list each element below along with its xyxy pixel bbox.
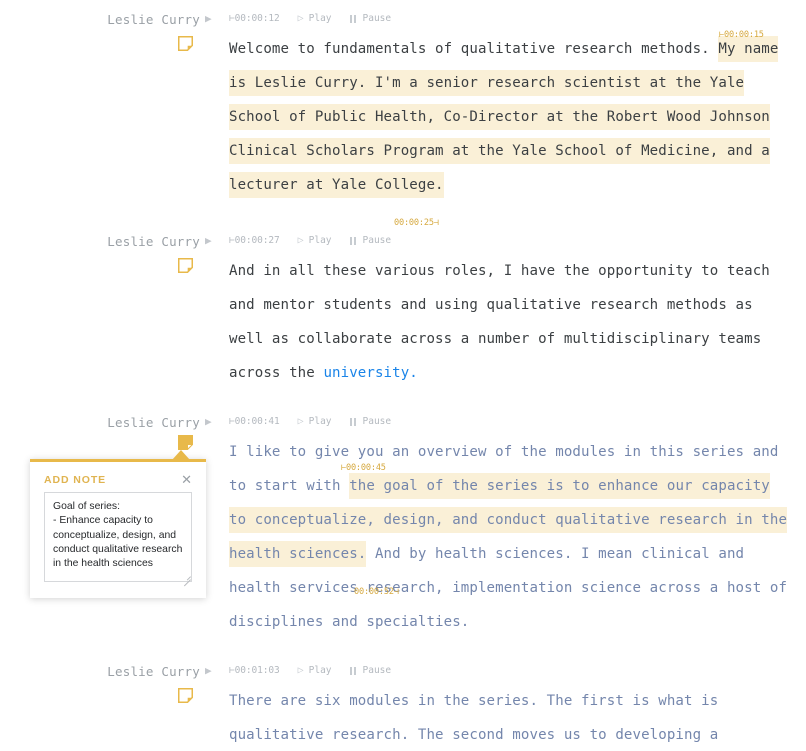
note-icon-active[interactable]: [178, 435, 193, 450]
pause-label: Pause: [362, 665, 392, 676]
popup-title: ADD NOTE: [44, 474, 107, 486]
play-triangle-icon: ▷: [297, 234, 304, 246]
speaker-name: Leslie Curry: [107, 12, 200, 27]
play-label: Play: [308, 235, 332, 246]
text-plain: There are six modules in the series. The…: [229, 693, 719, 743]
play-button[interactable]: ▷ Play: [298, 235, 332, 246]
note-icon[interactable]: [178, 258, 193, 273]
pause-button[interactable]: Pause: [349, 416, 392, 427]
transcript-segment: Leslie Curry ▶ ⊢00:00:27 ▷ Play Pause An…: [0, 232, 806, 390]
playback-controls: ⊢00:01:03 ▷ Play Pause: [229, 665, 391, 676]
play-label: Play: [308, 665, 332, 676]
play-triangle-icon: ▷: [297, 664, 304, 676]
text-link[interactable]: university.: [323, 365, 417, 381]
pause-bars-icon: [349, 666, 358, 675]
playback-controls: ⊢00:00:27 ▷ Play Pause: [229, 235, 391, 246]
pause-bars-icon: [349, 236, 358, 245]
transcript-segment: Leslie Curry ▶ ⊢00:01:03 ▷ Play Pause Th…: [0, 662, 806, 751]
playback-controls: ⊢00:00:12 ▷ Play Pause: [229, 13, 391, 24]
play-triangle-icon: ▷: [297, 415, 304, 427]
note-icon[interactable]: [178, 36, 193, 51]
play-button[interactable]: ▷ Play: [298, 416, 332, 427]
speaker-play-icon[interactable]: ▶: [205, 416, 212, 428]
pause-bars-icon: [349, 417, 358, 426]
playback-controls: ⊢00:00:41 ▷ Play Pause: [229, 416, 391, 427]
segment-start-time: ⊢00:00:41: [229, 416, 280, 427]
segment-header: Leslie Curry ▶ ⊢00:00:41 ▷ Play Pause: [0, 413, 806, 435]
note-textarea[interactable]: Goal of series: - Enhance capacity to co…: [44, 492, 192, 582]
pause-label: Pause: [362, 235, 392, 246]
speaker-play-icon[interactable]: ▶: [205, 13, 212, 25]
pause-button[interactable]: Pause: [349, 13, 392, 24]
text-plain: Welcome to fundamentals of qualitative r…: [229, 41, 719, 57]
pause-label: Pause: [362, 13, 392, 24]
speaker-play-icon[interactable]: ▶: [205, 665, 212, 677]
segment-start-time: ⊢00:00:12: [229, 13, 280, 24]
transcript-segment: Leslie Curry ▶ ⊢00:00:12 ▷ Play Pause ⊢0…: [0, 10, 806, 228]
segment-text[interactable]: ⊢00:00:45 I like to give you an overview…: [229, 435, 790, 639]
segment-header: Leslie Curry ▶ ⊢00:00:27 ▷ Play Pause: [0, 232, 806, 254]
play-button[interactable]: ▷ Play: [298, 665, 332, 676]
segment-header: Leslie Curry ▶ ⊢00:00:12 ▷ Play Pause: [0, 10, 806, 32]
play-label: Play: [308, 416, 332, 427]
note-icon[interactable]: [178, 688, 193, 703]
segment-header: Leslie Curry ▶ ⊢00:01:03 ▷ Play Pause: [0, 662, 806, 684]
speaker-name: Leslie Curry: [107, 234, 200, 249]
speaker-name: Leslie Curry: [107, 664, 200, 679]
segment-text[interactable]: There are six modules in the series. The…: [229, 684, 790, 751]
speaker-play-icon[interactable]: ▶: [205, 235, 212, 247]
transcript-panel: Leslie Curry ▶ ⊢00:00:12 ▷ Play Pause ⊢0…: [0, 0, 806, 751]
play-triangle-icon: ▷: [297, 12, 304, 24]
text-plain: And in all these various roles, I have t…: [229, 263, 770, 381]
popup-pointer: [172, 450, 190, 460]
add-note-popup[interactable]: ADD NOTE ✕ Goal of series: - Enhance cap…: [30, 450, 206, 598]
play-label: Play: [308, 13, 332, 24]
play-button[interactable]: ▷ Play: [298, 13, 332, 24]
speaker-name: Leslie Curry: [107, 415, 200, 430]
pause-button[interactable]: Pause: [349, 665, 392, 676]
pause-bars-icon: [349, 14, 358, 23]
segment-text[interactable]: And in all these various roles, I have t…: [229, 254, 790, 390]
pause-button[interactable]: Pause: [349, 235, 392, 246]
text-highlight[interactable]: My name is Leslie Curry. I'm a senior re…: [229, 36, 779, 198]
segment-start-time: ⊢00:00:27: [229, 235, 280, 246]
segment-start-time: ⊢00:01:03: [229, 665, 280, 676]
segment-text[interactable]: ⊢00:00:15 Welcome to fundamentals of qua…: [229, 30, 790, 228]
close-icon[interactable]: ✕: [179, 473, 194, 486]
pause-label: Pause: [362, 416, 392, 427]
popup-header: ADD NOTE ✕: [30, 462, 206, 492]
